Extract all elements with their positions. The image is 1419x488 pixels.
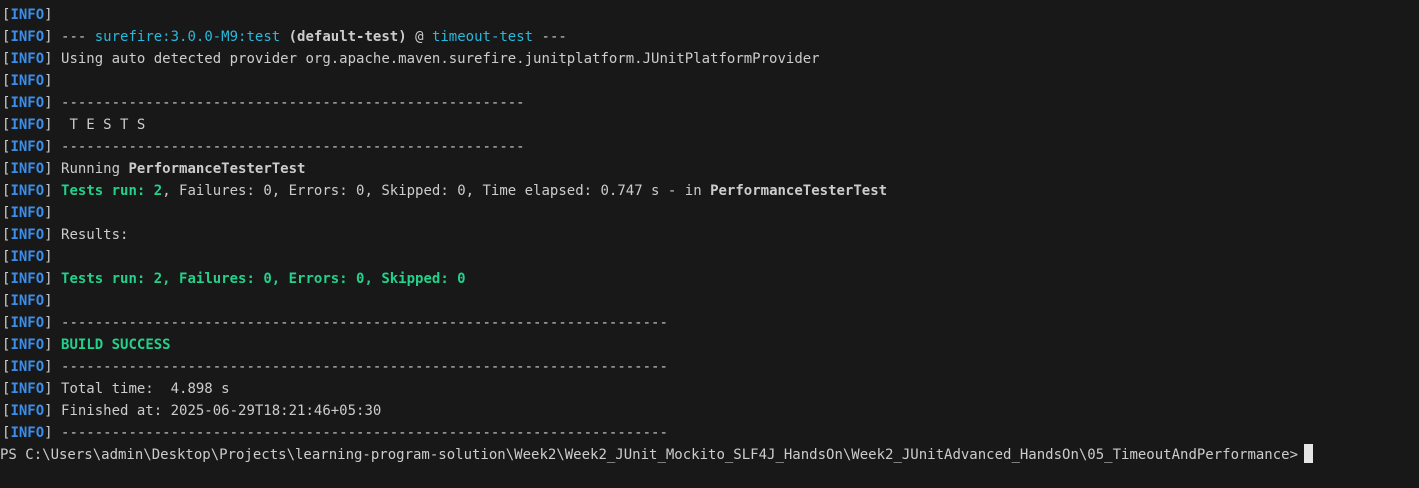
log-text: Running — [52, 161, 129, 177]
log-level-tag: INFO — [10, 425, 45, 441]
log-level-tag: INFO — [10, 359, 45, 375]
tag-bracket: ] — [44, 139, 53, 155]
tag-bracket: ] — [44, 227, 53, 243]
log-text: ----------------------------------------… — [52, 425, 668, 441]
log-level-tag: INFO — [10, 227, 45, 243]
log-text: (default-test) — [288, 29, 407, 45]
tag-bracket: ] — [44, 183, 53, 199]
log-line: [INFO] ---------------------------------… — [0, 422, 1419, 444]
log-level-tag: INFO — [10, 205, 45, 221]
log-line: [INFO] --- surefire:3.0.0-M9:test (defau… — [0, 26, 1419, 48]
log-text: --- — [52, 29, 95, 45]
log-level-tag: INFO — [10, 117, 45, 133]
tag-bracket: ] — [44, 73, 53, 89]
log-line: [INFO] Tests run: 2, Failures: 0, Errors… — [0, 180, 1419, 202]
log-text: , Failures: 0, Errors: 0, Skipped: 0, Ti… — [162, 183, 711, 199]
log-level-tag: INFO — [10, 315, 45, 331]
log-line: [INFO] ---------------------------------… — [0, 312, 1419, 334]
tag-bracket: ] — [44, 117, 53, 133]
log-line: [INFO] ---------------------------------… — [0, 356, 1419, 378]
tag-bracket: ] — [44, 29, 53, 45]
log-text: Results: — [52, 227, 129, 243]
log-line: [INFO] — [0, 202, 1419, 224]
log-line: [INFO] Running PerformanceTesterTest — [0, 158, 1419, 180]
log-text: @ — [406, 29, 432, 45]
tag-bracket: ] — [44, 315, 53, 331]
log-text: ----------------------------------------… — [52, 139, 525, 155]
terminal-output[interactable]: [INFO] [INFO] --- surefire:3.0.0-M9:test … — [0, 0, 1419, 488]
log-text: Tests run: 2, Failures: 0, Errors: 0, Sk… — [61, 271, 466, 287]
log-line: [INFO] Tests run: 2, Failures: 0, Errors… — [0, 268, 1419, 290]
log-level-tag: INFO — [10, 161, 45, 177]
tag-bracket: ] — [44, 205, 53, 221]
log-line: [INFO] ---------------------------------… — [0, 136, 1419, 158]
log-text: Total time: 4.898 s — [52, 381, 230, 397]
tag-bracket: ] — [44, 51, 53, 67]
log-text: ----------------------------------------… — [52, 359, 668, 375]
log-level-tag: INFO — [10, 139, 45, 155]
prompt-path: PS C:\Users\admin\Desktop\Projects\learn… — [0, 447, 1299, 463]
tag-bracket: ] — [44, 359, 53, 375]
log-level-tag: INFO — [10, 95, 45, 111]
log-line: [INFO] Total time: 4.898 s — [0, 378, 1419, 400]
log-line: [INFO] — [0, 70, 1419, 92]
tag-bracket: ] — [44, 161, 53, 177]
tag-bracket: ] — [44, 95, 53, 111]
log-text: ----------------------------------------… — [52, 315, 668, 331]
log-text: timeout-test — [431, 29, 534, 45]
log-level-tag: INFO — [10, 249, 45, 265]
log-text: PerformanceTesterTest — [710, 183, 888, 199]
log-level-tag: INFO — [10, 183, 45, 199]
log-text: Finished at: 2025-06-29T18:21:46+05:30 — [52, 403, 382, 419]
log-line: [INFO] BUILD SUCCESS — [0, 334, 1419, 356]
log-line: [INFO] Results: — [0, 224, 1419, 246]
log-text: T E S T S — [52, 117, 146, 133]
log-line: [INFO] Using auto detected provider org.… — [0, 48, 1419, 70]
log-line: [INFO] — [0, 246, 1419, 268]
log-level-tag: INFO — [10, 381, 45, 397]
tag-bracket: ] — [44, 425, 53, 441]
tag-bracket: ] — [44, 271, 53, 287]
log-line: [INFO] — [0, 290, 1419, 312]
tag-bracket: ] — [44, 293, 53, 309]
log-level-tag: INFO — [10, 7, 45, 23]
tag-bracket: ] — [44, 403, 53, 419]
log-text: Tests run: 2 — [61, 183, 163, 199]
log-text: surefire:3.0.0-M9:test — [94, 29, 281, 45]
log-line: [INFO] ---------------------------------… — [0, 92, 1419, 114]
log-level-tag: INFO — [10, 293, 45, 309]
log-text: --- — [533, 29, 567, 45]
log-level-tag: INFO — [10, 337, 45, 353]
tag-bracket: ] — [44, 7, 53, 23]
log-text: ----------------------------------------… — [52, 95, 525, 111]
cursor-block-icon — [1304, 444, 1314, 463]
log-line: [INFO] T E S T S — [0, 114, 1419, 136]
shell-prompt[interactable]: PS C:\Users\admin\Desktop\Projects\learn… — [0, 444, 1419, 466]
tag-bracket: ] — [44, 249, 53, 265]
log-text: Using auto detected provider org.apache.… — [52, 51, 820, 67]
log-level-tag: INFO — [10, 29, 45, 45]
tag-bracket: ] — [44, 337, 53, 353]
tag-bracket: ] — [44, 381, 53, 397]
log-text: BUILD SUCCESS — [61, 337, 171, 353]
log-level-tag: INFO — [10, 271, 45, 287]
log-line: [INFO] — [0, 4, 1419, 26]
log-level-tag: INFO — [10, 73, 45, 89]
log-level-tag: INFO — [10, 51, 45, 67]
log-level-tag: INFO — [10, 403, 45, 419]
log-text: PerformanceTesterTest — [128, 161, 306, 177]
log-line: [INFO] Finished at: 2025-06-29T18:21:46+… — [0, 400, 1419, 422]
